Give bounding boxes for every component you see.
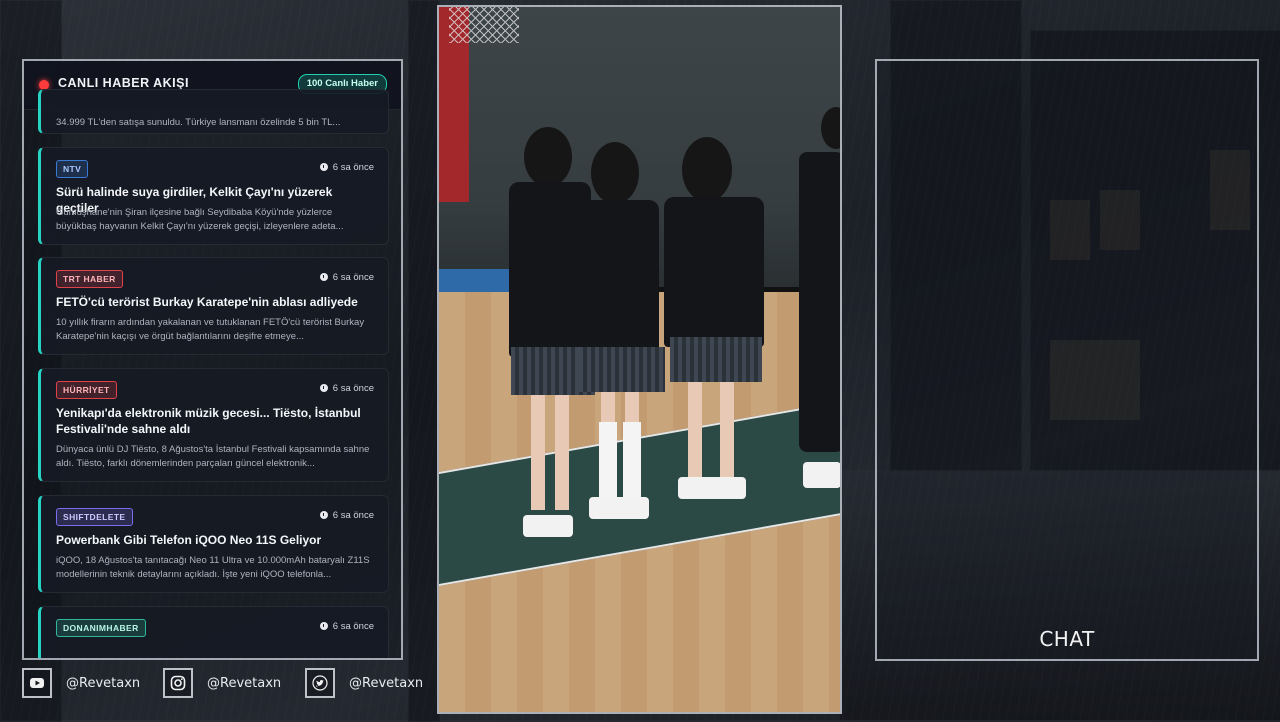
chat-label: CHAT [1039,627,1095,651]
news-card[interactable]: SHIFTDELETE 6 sa önce Powerbank Gibi Tel… [38,495,389,593]
chat-panel[interactable]: CHAT [875,59,1259,661]
live-news-panel: CANLI HABER AKIŞI 100 Canlı Haber 34.999… [22,59,403,660]
clock-icon [319,622,328,630]
news-card[interactable]: NTV 6 sa önce Sürü halinde suya girdiler… [38,147,389,245]
news-card-summary: iQOO, 18 Ağustos'ta tanıtacağı Neo 11 Ul… [56,555,370,580]
news-source-badge: DONANIMHABER [56,619,146,637]
video-feed [437,5,842,714]
news-card[interactable]: HÜRRİYET 6 sa önce Yenikapı'da elektroni… [38,368,389,482]
social-handle[interactable]: @Revetaxn [349,676,423,691]
youtube-icon[interactable] [22,668,52,698]
clock-icon [319,511,328,519]
news-headline[interactable]: FETÖ'cü terörist Burkay Karatepe'nin abl… [56,294,374,310]
social-instagram[interactable]: @Revetaxn [163,668,293,702]
clock-icon [319,163,328,171]
news-card-summary: Dünyaca ünlü DJ Tiësto, 8 Ağustos'ta İst… [56,444,370,469]
clock-icon [319,273,328,281]
news-card[interactable]: DONANIMHABER 6 sa önce [38,606,389,658]
social-youtube[interactable]: @Revetaxn [22,668,152,702]
news-time: 6 sa önce [319,383,374,394]
twitter-icon[interactable] [305,668,335,698]
social-handle[interactable]: @Revetaxn [207,676,281,691]
news-card-summary: Gümüşhane'nin Şiran ilçesine bağlı Seydi… [56,207,344,232]
news-card[interactable]: TRT HABER 6 sa önce FETÖ'cü terörist Bur… [38,257,389,355]
instagram-icon[interactable] [163,668,193,698]
news-time: 6 sa önce [319,162,374,173]
news-headline[interactable]: Powerbank Gibi Telefon iQOO Neo 11S Geli… [56,532,374,548]
news-source-badge: TRT HABER [56,270,123,288]
news-source-badge: HÜRRİYET [56,381,117,399]
social-handle[interactable]: @Revetaxn [66,676,140,691]
social-twitter[interactable]: @Revetaxn [305,668,435,702]
news-card-summary: 34.999 TL'den satışa sunuldu. Türkiye la… [56,117,341,128]
news-card-summary: 10 yıllık firarın ardından yakalanan ve … [56,317,365,342]
news-headline[interactable]: Yenikapı'da elektronik müzik gecesi... T… [56,405,374,437]
news-source-badge: NTV [56,160,89,178]
news-time: 6 sa önce [319,272,374,283]
news-panel-title: CANLI HABER AKIŞI [58,76,189,90]
basketball-net [449,7,519,43]
news-time: 6 sa önce [319,621,374,632]
news-time: 6 sa önce [319,510,374,521]
clock-icon [319,384,328,392]
news-card-partial[interactable]: 34.999 TL'den satışa sunuldu. Türkiye la… [38,89,389,134]
news-source-badge: SHIFTDELETE [56,508,133,526]
